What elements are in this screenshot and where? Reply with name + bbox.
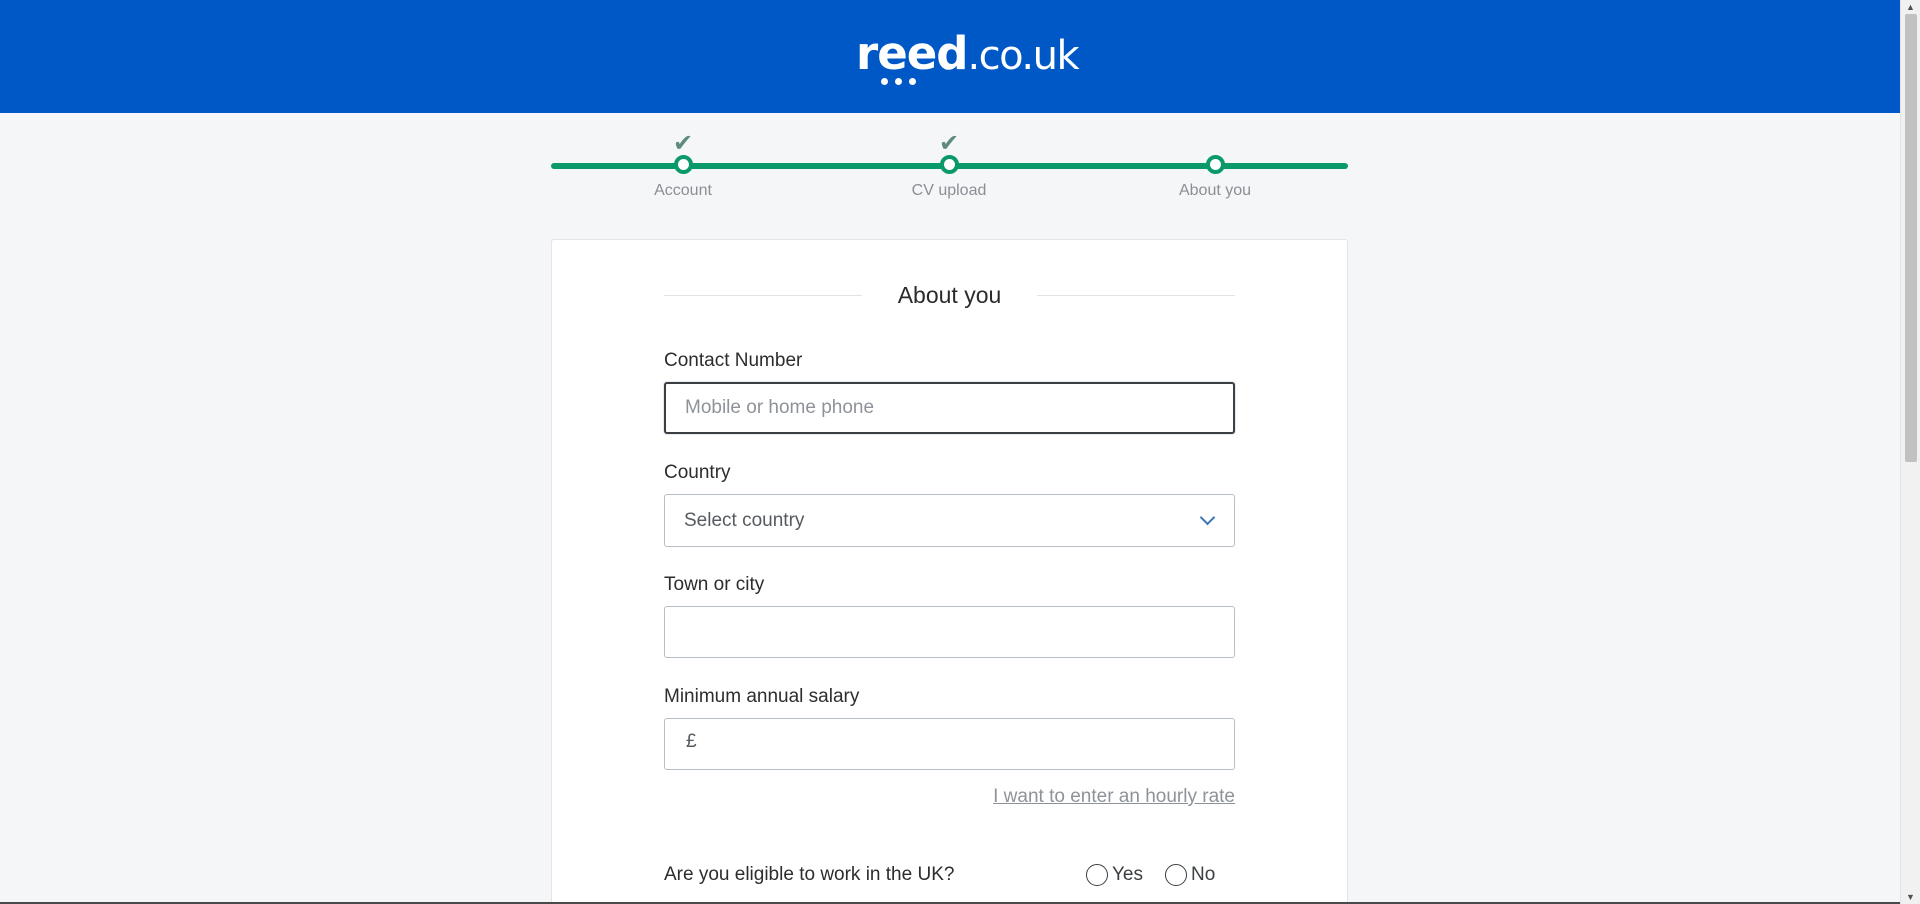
radio-no-label[interactable]: No (1191, 864, 1215, 886)
scroll-up-arrow-icon[interactable]: ▲ (1906, 2, 1915, 12)
form-heading: About you (664, 280, 1235, 310)
currency-symbol: £ (686, 731, 697, 752)
logo-dots (881, 78, 916, 85)
eligibility-no-option[interactable]: No (1165, 864, 1215, 886)
town-input[interactable] (664, 606, 1235, 658)
radio-no[interactable] (1165, 864, 1187, 886)
progress-step-account: ✔ Account (613, 130, 753, 200)
country-select-value: Select country (684, 509, 805, 531)
reed-logo[interactable]: reed .co.uk (856, 27, 1080, 88)
form-title: About you (897, 281, 1002, 308)
radio-yes[interactable] (1086, 864, 1108, 886)
salary-label: Minimum annual salary (664, 686, 860, 707)
divider-left (664, 294, 862, 296)
country-label: Country (664, 462, 731, 483)
contact-number-input[interactable] (664, 382, 1235, 434)
progress-step-cv-upload: ✔ CV upload (879, 130, 1019, 200)
hourly-rate-link[interactable]: I want to enter an hourly rate (978, 786, 1235, 808)
salary-input[interactable] (664, 718, 1235, 770)
step-marker (673, 155, 693, 174)
step-marker (1205, 155, 1225, 174)
check-icon: ✔ (938, 129, 960, 157)
eligibility-question: Are you eligible to work in the UK? (664, 864, 955, 885)
radio-yes-label[interactable]: Yes (1112, 864, 1143, 886)
eligibility-yes-option[interactable]: Yes (1086, 864, 1143, 886)
chevron-down-icon (1199, 509, 1216, 526)
step-label: Account (654, 182, 712, 199)
logo-tld-text: .co.uk (967, 33, 1079, 79)
country-select[interactable]: Select country (664, 494, 1235, 547)
scrollbar-thumb[interactable] (1905, 14, 1917, 462)
step-check-placeholder (1145, 130, 1285, 156)
page-scrollbar[interactable]: ▲ ▼ (1900, 0, 1920, 904)
site-header: reed .co.uk (0, 0, 1900, 113)
progress-step-about-you: About you (1145, 130, 1285, 200)
step-marker (939, 155, 959, 174)
scroll-down-arrow-icon[interactable]: ▼ (1906, 892, 1915, 902)
logo-main-text: reed (856, 27, 968, 80)
step-label: About you (1178, 182, 1252, 199)
step-label: CV upload (911, 182, 987, 199)
divider-right (1037, 294, 1235, 296)
town-label: Town or city (664, 574, 765, 595)
contact-number-label: Contact Number (664, 350, 803, 371)
check-icon: ✔ (672, 129, 694, 157)
